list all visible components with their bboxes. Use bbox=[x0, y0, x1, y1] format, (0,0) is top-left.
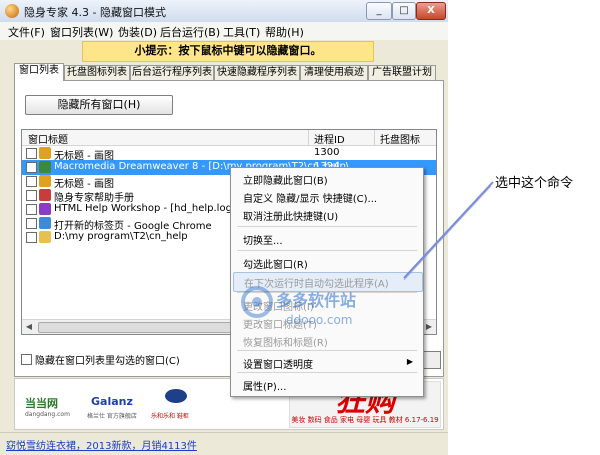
row-checkbox[interactable] bbox=[26, 176, 37, 187]
column-process-id[interactable]: 进程ID bbox=[314, 131, 345, 146]
context-menu-item-label: 切换至... bbox=[243, 236, 283, 247]
chrome-icon bbox=[39, 217, 51, 229]
app-icon bbox=[5, 4, 19, 18]
tab-ad-alliance[interactable]: 广告联盟计划 bbox=[368, 65, 436, 80]
context-menu: 立即隐藏此窗口(B) 自定义 隐藏/显示 快捷键(C)... 取消注册此快捷键(U)… bbox=[230, 167, 424, 397]
ad-logo-shoe-icon[interactable] bbox=[165, 389, 187, 403]
context-menu-item-label: 立即隐藏此窗口(B) bbox=[243, 176, 328, 187]
close-button[interactable]: X bbox=[416, 2, 446, 20]
context-menu-item[interactable]: 勾选此窗口(R) bbox=[233, 254, 421, 272]
context-menu-item[interactable]: 自定义 隐藏/显示 快捷键(C)... bbox=[233, 188, 421, 206]
apply-button[interactable] bbox=[421, 351, 441, 369]
hide-all-windows-button[interactable]: 隐藏所有窗口(H) bbox=[25, 95, 173, 115]
context-menu-item-label: 取消注册此快捷键(U) bbox=[243, 212, 339, 223]
menu-help[interactable]: 帮助(H) bbox=[265, 24, 304, 40]
context-menu-item[interactable]: 恢复图标和标题(R) bbox=[233, 332, 421, 350]
minimize-button[interactable]: _ bbox=[366, 2, 392, 20]
help-workshop-icon bbox=[39, 203, 51, 215]
tab-window-list[interactable]: 窗口列表 bbox=[14, 63, 64, 81]
context-menu-item[interactable]: 属性(P)... bbox=[233, 376, 421, 394]
paint-icon bbox=[39, 147, 51, 159]
row-checkbox[interactable] bbox=[26, 204, 37, 215]
menu-separator bbox=[237, 226, 417, 227]
row-checkbox[interactable] bbox=[26, 190, 37, 201]
status-ad-link[interactable]: 窈悦雪纺连衣裙，2013新款，月销4113件 bbox=[6, 437, 197, 452]
dreamweaver-icon bbox=[39, 161, 51, 173]
menu-disguise[interactable]: 伪装(D) bbox=[118, 24, 157, 40]
context-menu-item[interactable]: 立即隐藏此窗口(B) bbox=[233, 170, 421, 188]
menu-file[interactable]: 文件(F) bbox=[8, 24, 45, 40]
row-window-title: HTML Help Workshop - [hd_help.log] bbox=[54, 203, 236, 214]
ad-logo-shoe-sub: 乐和乐和 鞋柜 bbox=[151, 413, 189, 420]
context-menu-item[interactable]: 切换至... bbox=[233, 230, 421, 248]
tip-banner: 小提示：按下鼠标中键可以隐藏窗口。 bbox=[82, 41, 374, 62]
tab-tray-icon-list[interactable]: 托盘图标列表 bbox=[64, 65, 130, 80]
column-divider[interactable] bbox=[374, 130, 375, 145]
ad-logo-dangdang[interactable]: 当当网 bbox=[25, 395, 58, 411]
context-menu-item-label: 属性(P)... bbox=[243, 382, 287, 393]
ad-promo-subtext: 美妆 数码 食品 家电 母婴 玩具 教材 6.17-6.19 bbox=[291, 416, 439, 424]
title-bar[interactable]: 隐身专家 4.3 - 隐藏窗口模式 _ □ X bbox=[0, 0, 448, 23]
row-checkbox[interactable] bbox=[26, 162, 37, 173]
maximize-button[interactable]: □ bbox=[392, 2, 416, 20]
menu-separator bbox=[237, 250, 417, 251]
hide-checked-checkbox[interactable] bbox=[21, 354, 32, 365]
menu-window-list[interactable]: 窗口列表(W) bbox=[50, 24, 113, 40]
context-menu-item-label: 自定义 隐藏/显示 快捷键(C)... bbox=[243, 194, 378, 205]
context-menu-item-label: 设置窗口透明度 bbox=[243, 360, 313, 371]
hide-checked-label: 隐藏在窗口列表里勾选的窗口(C) bbox=[35, 356, 180, 367]
ad-logo-galanz[interactable]: Galanz bbox=[91, 395, 133, 408]
scroll-right-icon[interactable]: ▶ bbox=[423, 321, 435, 332]
column-divider[interactable] bbox=[308, 130, 309, 145]
menu-background-run[interactable]: 后台运行(B) bbox=[160, 24, 220, 40]
row-process-id: 1300 bbox=[314, 147, 340, 158]
tab-clean-traces[interactable]: 清理使用痕迹 bbox=[300, 65, 368, 80]
menu-bar: 文件(F) 窗口列表(W) 伪装(D) 后台运行(B) 工具(T) 帮助(H) bbox=[0, 22, 448, 40]
ad-logo-galanz-sub: 格兰仕 官方旗舰店 bbox=[87, 413, 137, 420]
tab-background-programs[interactable]: 后台运行程序列表 bbox=[130, 65, 214, 80]
tab-quick-hide-programs[interactable]: 快速隐藏程序列表 bbox=[214, 65, 300, 80]
annotation-callout: 选中这个命令 bbox=[495, 176, 574, 191]
paint-icon bbox=[39, 175, 51, 187]
menu-tools[interactable]: 工具(T) bbox=[223, 24, 260, 40]
menu-separator bbox=[237, 350, 417, 351]
folder-icon bbox=[39, 231, 51, 243]
ad-logo-dangdang-sub: dangdang.com bbox=[25, 411, 70, 418]
row-checkbox[interactable] bbox=[26, 148, 37, 159]
menu-separator bbox=[237, 372, 417, 373]
table-row[interactable]: 无标题 - 画图 1300 bbox=[22, 146, 436, 162]
window-title: 隐身专家 4.3 - 隐藏窗口模式 bbox=[24, 6, 166, 19]
row-checkbox[interactable] bbox=[26, 218, 37, 229]
context-menu-item-label: 恢复图标和标题(R) bbox=[243, 338, 328, 349]
context-menu-item[interactable]: 取消注册此快捷键(U) bbox=[233, 206, 421, 224]
status-bar: 窈悦雪纺连衣裙，2013新款，月销4113件 bbox=[0, 432, 448, 455]
context-menu-item-label: 勾选此窗口(R) bbox=[243, 260, 308, 271]
hide-checked-option[interactable]: 隐藏在窗口列表里勾选的窗口(C) bbox=[21, 352, 221, 367]
list-header: 窗口标题 进程ID 托盘图标 bbox=[22, 130, 436, 146]
watermark-logo-icon bbox=[241, 286, 273, 318]
site-watermark: 多多软件站 ddooo.com bbox=[240, 285, 356, 327]
column-window-title[interactable]: 窗口标题 bbox=[28, 131, 68, 146]
watermark-url: ddooo.com bbox=[286, 313, 353, 327]
scroll-left-icon[interactable]: ◀ bbox=[23, 321, 35, 332]
column-tray-icon[interactable]: 托盘图标 bbox=[380, 131, 420, 146]
help-book-icon bbox=[39, 189, 51, 201]
context-menu-item[interactable]: 设置窗口透明度 ▶ bbox=[233, 354, 421, 372]
row-window-title: D:\my program\T2\cn_help bbox=[54, 231, 188, 242]
watermark-text: 多多软件站 bbox=[276, 291, 357, 310]
submenu-arrow-icon: ▶ bbox=[406, 357, 413, 366]
row-checkbox[interactable] bbox=[26, 232, 37, 243]
